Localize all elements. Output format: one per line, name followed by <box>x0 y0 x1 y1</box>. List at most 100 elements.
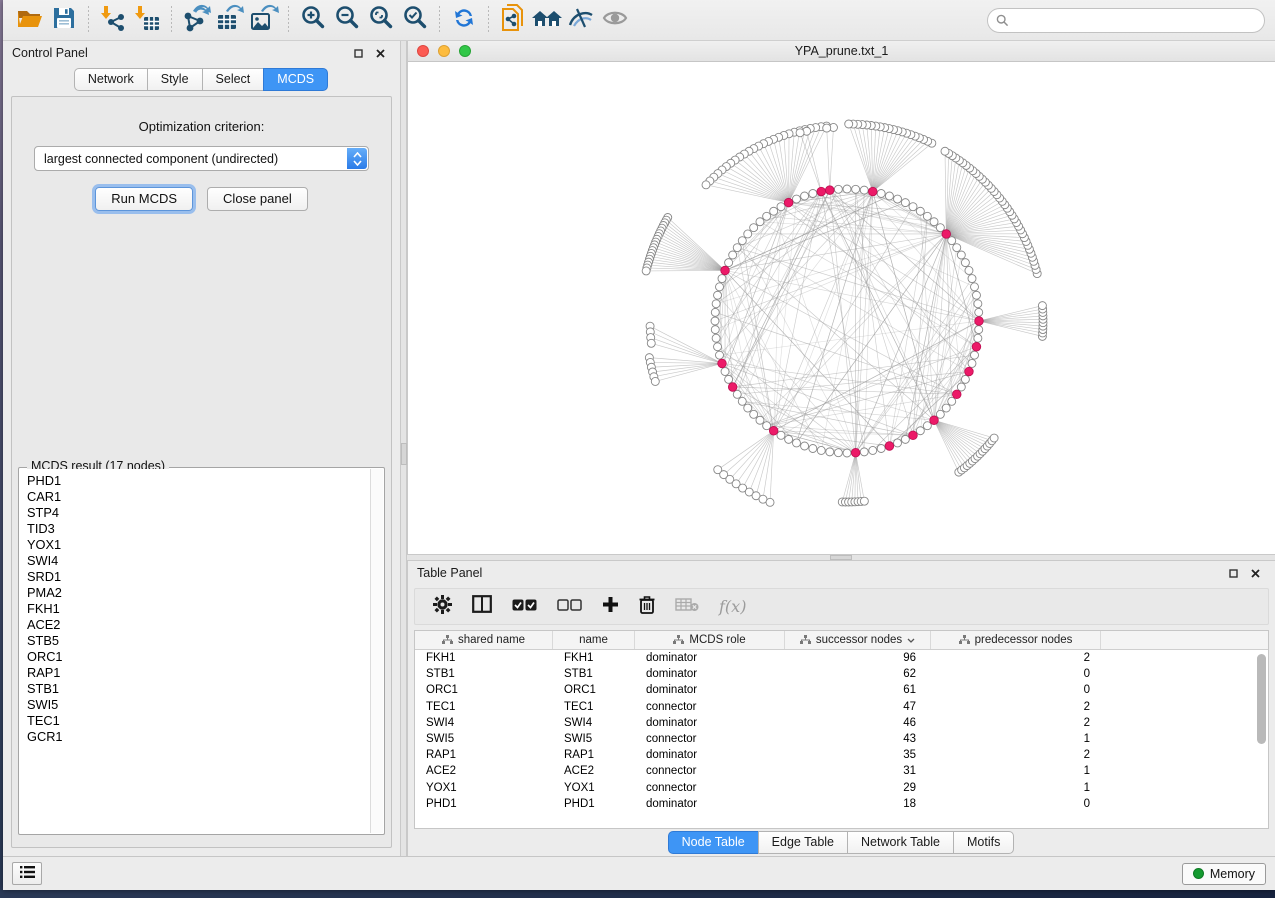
mcds-result-item[interactable]: STP4 <box>27 505 383 521</box>
mcds-result-item[interactable]: SRD1 <box>27 569 383 585</box>
save-session-button[interactable] <box>47 4 81 36</box>
first-neighbors-icon <box>530 5 564 36</box>
table-row[interactable]: FKH1FKH1dominator962 <box>415 650 1268 666</box>
table-cell: dominator <box>635 717 785 729</box>
float-panel-button[interactable] <box>347 45 369 61</box>
import-network-button[interactable] <box>96 4 130 36</box>
zoom-in-button[interactable] <box>296 4 330 36</box>
mcds-result-item[interactable]: STB5 <box>27 633 383 649</box>
show-all-button[interactable] <box>598 4 632 36</box>
search-input[interactable] <box>1014 12 1256 28</box>
checked-boxes-icon <box>512 598 537 616</box>
select-all-rows-button[interactable] <box>512 598 537 616</box>
mcds-result-item[interactable]: YOX1 <box>27 537 383 553</box>
mcds-result-item[interactable]: SWI5 <box>27 697 383 713</box>
table-cell: STB1 <box>553 668 635 680</box>
tab-motifs[interactable]: Motifs <box>953 831 1014 854</box>
mcds-result-item[interactable]: FKH1 <box>27 601 383 617</box>
mcds-result-item[interactable]: TEC1 <box>27 713 383 729</box>
mcds-result-item[interactable]: SWI4 <box>27 553 383 569</box>
close-window-icon[interactable] <box>417 45 429 57</box>
tab-mcds[interactable]: MCDS <box>263 68 328 91</box>
column-header-successor-nodes[interactable]: successor nodes <box>785 631 931 649</box>
toolbar-separator <box>288 6 289 34</box>
zoom-selected-icon <box>401 4 429 37</box>
table-row[interactable]: ORC1ORC1dominator610 <box>415 682 1268 698</box>
export-network-button[interactable] <box>179 4 213 36</box>
table-cell: dominator <box>635 798 785 810</box>
column-header-predecessor-nodes[interactable]: predecessor nodes <box>931 631 1101 649</box>
toolbar-separator <box>88 6 89 34</box>
horizontal-splitter[interactable] <box>407 554 1275 561</box>
mcds-result-item[interactable]: GCR1 <box>27 729 383 745</box>
column-settings-gear-button[interactable] <box>433 595 452 619</box>
close-panel-button-mcds[interactable]: Close panel <box>207 187 308 211</box>
tab-network-table[interactable]: Network Table <box>847 831 954 854</box>
mcds-result-item[interactable]: STB1 <box>27 681 383 697</box>
mcds-result-item[interactable]: ORC1 <box>27 649 383 665</box>
hide-selected-button[interactable] <box>564 4 598 36</box>
table-row[interactable]: SWI5SWI5connector431 <box>415 731 1268 747</box>
network-window-titlebar[interactable]: YPA_prune.txt_1 <box>408 41 1275 62</box>
tab-select[interactable]: Select <box>202 68 265 91</box>
function-builder-button[interactable]: f(x) <box>719 597 746 616</box>
export-table-button[interactable] <box>213 4 247 36</box>
delete-table-button[interactable] <box>675 597 699 617</box>
deselect-all-rows-button[interactable] <box>557 598 582 616</box>
export-image-button[interactable] <box>247 4 281 36</box>
show-panels-button[interactable] <box>12 862 42 885</box>
add-column-button[interactable] <box>602 596 619 618</box>
first-neighbors-button[interactable] <box>530 4 564 36</box>
toolbar-separator <box>439 6 440 34</box>
delete-column-button[interactable] <box>639 595 655 619</box>
column-header-MCDS-role[interactable]: MCDS role <box>635 631 785 649</box>
criterion-select[interactable]: largest connected component (undirected) <box>34 146 369 171</box>
table-row[interactable]: YOX1YOX1connector291 <box>415 780 1268 796</box>
minimize-window-icon[interactable] <box>438 45 450 57</box>
open-session-button[interactable] <box>13 4 47 36</box>
select-stepper-icon <box>347 148 367 169</box>
refresh-button[interactable] <box>447 4 481 36</box>
mcds-result-item[interactable]: ACE2 <box>27 617 383 633</box>
mcds-result-item[interactable]: TID3 <box>27 521 383 537</box>
table-row[interactable]: PHD1PHD1dominator180 <box>415 796 1268 812</box>
mcds-result-item[interactable]: PHD1 <box>27 473 383 489</box>
close-table-panel-button[interactable] <box>1244 565 1266 581</box>
mcds-result-item[interactable]: CAR1 <box>27 489 383 505</box>
vertical-splitter[interactable] <box>400 41 407 856</box>
table-scrollbar-thumb[interactable] <box>1257 654 1266 744</box>
zoom-fit-button[interactable] <box>364 4 398 36</box>
table-row[interactable]: SWI4SWI4dominator462 <box>415 715 1268 731</box>
column-header-shared-name[interactable]: shared name <box>415 631 553 649</box>
splitter-handle[interactable] <box>401 443 407 465</box>
zoom-out-button[interactable] <box>330 4 364 36</box>
splitter-handle[interactable] <box>830 555 852 560</box>
toolbar-separator <box>171 6 172 34</box>
new-network-from-selection-button[interactable] <box>496 4 530 36</box>
mcds-result-item[interactable]: PMA2 <box>27 585 383 601</box>
maximize-window-icon[interactable] <box>459 45 471 57</box>
import-table-button[interactable] <box>130 4 164 36</box>
memory-button[interactable]: Memory <box>1182 863 1266 885</box>
table-cell: FKH1 <box>415 652 553 664</box>
run-mcds-button[interactable]: Run MCDS <box>95 187 193 211</box>
mcds-result-list[interactable]: PHD1CAR1STP4TID3YOX1SWI4SRD1PMA2FKH1ACE2… <box>20 469 383 833</box>
mcds-result-item[interactable]: RAP1 <box>27 665 383 681</box>
column-header-name[interactable]: name <box>553 631 635 649</box>
table-row[interactable]: ACE2ACE2connector311 <box>415 763 1268 779</box>
network-canvas[interactable] <box>408 62 1275 554</box>
close-panel-button[interactable] <box>369 45 391 61</box>
table-row[interactable]: TEC1TEC1connector472 <box>415 699 1268 715</box>
tab-edge-table[interactable]: Edge Table <box>758 831 848 854</box>
zoom-selected-button[interactable] <box>398 4 432 36</box>
tab-network[interactable]: Network <box>74 68 148 91</box>
sort-chevron-icon <box>907 638 915 643</box>
table-row[interactable]: STB1STB1dominator620 <box>415 666 1268 682</box>
float-table-panel-button[interactable] <box>1222 565 1244 581</box>
column-label: shared name <box>458 634 525 646</box>
show-columns-button[interactable] <box>472 595 492 618</box>
tab-node-table[interactable]: Node Table <box>668 831 759 854</box>
tab-style[interactable]: Style <box>147 68 203 91</box>
mcds-list-scrollbar[interactable] <box>370 469 383 833</box>
table-row[interactable]: RAP1RAP1dominator352 <box>415 747 1268 763</box>
